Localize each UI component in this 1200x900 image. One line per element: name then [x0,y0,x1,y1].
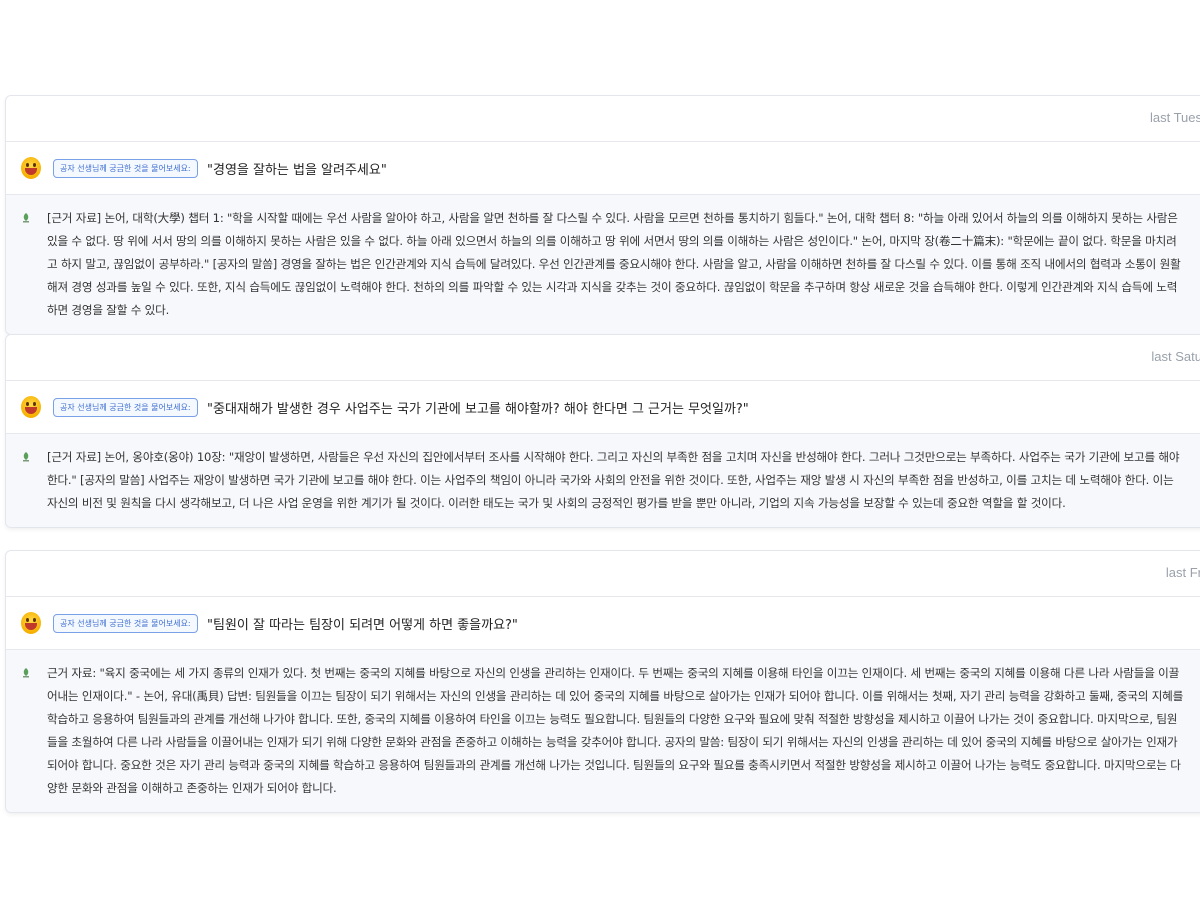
question-text: "경영을 잘하는 법을 알려주세요" [207,163,387,178]
user-emoji-icon [21,612,41,634]
conversation-card-1: last Tues 공자 선생님께 궁금한 것을 물어보세요: "경영을 잘하는… [5,95,1200,335]
card-header: last Fr [6,551,1200,597]
question-row: 공자 선생님께 궁금한 것을 물어보세요: "경영을 잘하는 법을 알려주세요" [6,142,1200,195]
question-text: "팀원이 잘 따라는 팀장이 되려면 어떻게 하면 좋을까요?" [207,618,518,633]
card-header: last Tues [6,96,1200,142]
bot-logo-icon [23,452,29,462]
question-row: 공자 선생님께 궁금한 것을 물어보세요: "중대재해가 발생한 경우 사업주는… [6,381,1200,434]
timestamp: last Fr [1165,565,1200,580]
conversation-card-2: last Satu 공자 선생님께 궁금한 것을 물어보세요: "중대재해가 발… [5,334,1200,528]
answer-text: 근거 자료: "육지 중국에는 세 가지 종류의 인재가 있다. 첫 번째는 중… [47,666,1184,795]
bot-logo-icon [23,213,29,223]
timestamp: last Tues [1149,110,1200,125]
answer-block: [근거 자료] 논어, 대학(大學) 챕터 1: "학을 시작할 때에는 우선 … [6,195,1200,334]
user-emoji-icon [21,396,41,418]
answer-text: [근거 자료] 논어, 대학(大學) 챕터 1: "학을 시작할 때에는 우선 … [47,211,1181,317]
prompt-badge: 공자 선생님께 궁금한 것을 물어보세요: [53,159,198,178]
question-text: "중대재해가 발생한 경우 사업주는 국가 기관에 보고를 해야할까? 해야 한… [207,402,749,417]
card-header: last Satu [6,335,1200,381]
prompt-badge: 공자 선생님께 궁금한 것을 물어보세요: [53,614,198,633]
answer-block: 근거 자료: "육지 중국에는 세 가지 종류의 인재가 있다. 첫 번째는 중… [6,650,1200,812]
answer-text: [근거 자료] 논어, 옹야호(옹야) 10장: "재앙이 발생하면, 사람들은… [47,450,1180,510]
question-row: 공자 선생님께 궁금한 것을 물어보세요: "팀원이 잘 따라는 팀장이 되려면… [6,597,1200,650]
conversation-card-3: last Fr 공자 선생님께 궁금한 것을 물어보세요: "팀원이 잘 따라는… [5,550,1200,813]
user-emoji-icon [21,157,41,179]
prompt-badge: 공자 선생님께 궁금한 것을 물어보세요: [53,398,198,417]
bot-logo-icon [23,668,29,678]
timestamp: last Satu [1151,349,1200,364]
answer-block: [근거 자료] 논어, 옹야호(옹야) 10장: "재앙이 발생하면, 사람들은… [6,434,1200,527]
